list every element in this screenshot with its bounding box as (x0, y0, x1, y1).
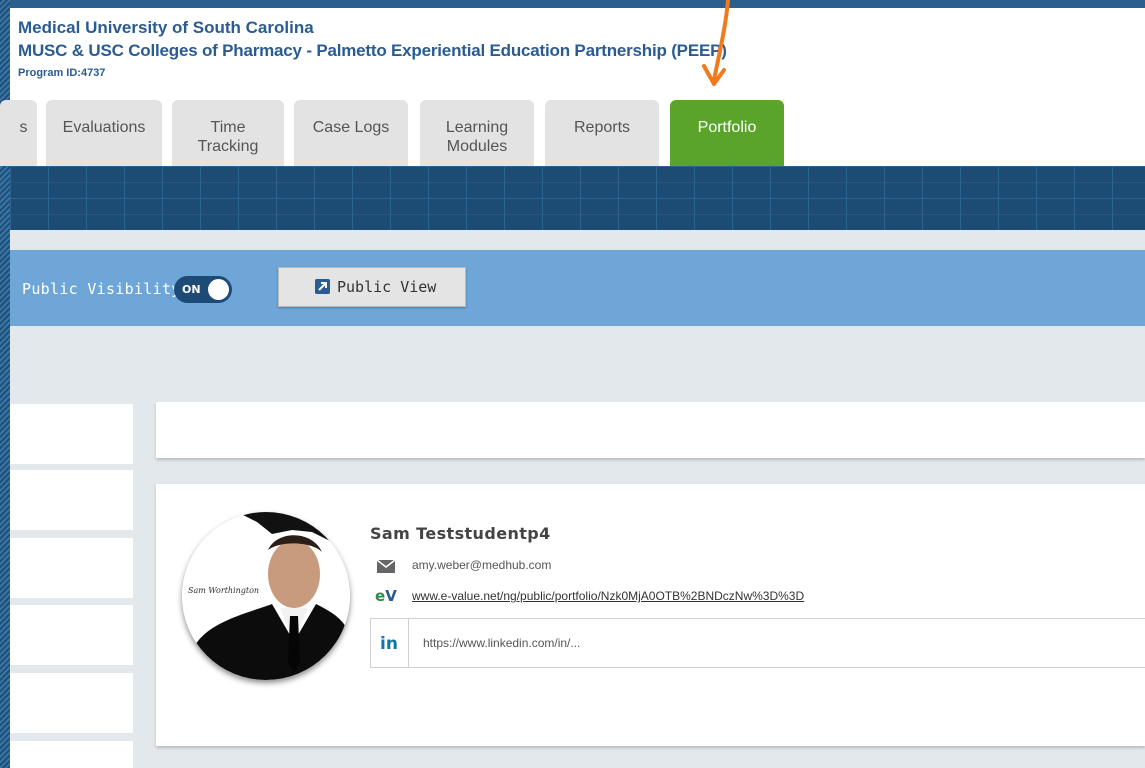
left-list-item[interactable] (10, 605, 133, 665)
public-view-button[interactable]: Public View (278, 267, 466, 307)
tab-partial[interactable]: s (0, 100, 37, 166)
left-list-item[interactable] (10, 673, 133, 733)
public-visibility-toggle[interactable]: ON (174, 276, 232, 303)
program-id: Program ID:4737 (18, 67, 106, 79)
profile-email: amy.weber@medhub.com (412, 558, 552, 572)
avatar-photo (182, 512, 350, 680)
program-name: MUSC & USC Colleges of Pharmacy - Palmet… (18, 41, 727, 60)
visibility-bar: Public Visibility ON Public View (10, 250, 1145, 326)
profile-card: Sam Worthington Sam Teststudentp4 amy.we… (156, 484, 1145, 746)
envelope-icon (377, 560, 395, 573)
pattern-banner (10, 166, 1145, 230)
linkedin-field[interactable]: in https://www.linkedin.com/in/... (370, 618, 1145, 668)
tab-label: Case Logs (312, 119, 390, 136)
top-strip (0, 0, 1145, 8)
page-header: Medical University of South Carolina MUS… (0, 8, 1145, 166)
annotation-arrow-icon (702, 0, 730, 86)
left-list-item[interactable] (10, 404, 133, 464)
tab-label: Reports (573, 119, 631, 136)
public-view-label: Public View (337, 278, 437, 296)
public-portfolio-link[interactable]: www.e-value.net/ng/public/portfolio/Nzk0… (412, 589, 804, 603)
evalue-logo-icon: eV (375, 587, 397, 605)
linkedin-icon-box: in (371, 619, 409, 667)
tab-learning-modules[interactable]: Learning Modules (420, 100, 534, 166)
avatar-signature: Sam Worthington (188, 586, 260, 595)
profile-name: Sam Teststudentp4 (370, 524, 551, 543)
left-list-item[interactable] (10, 741, 133, 768)
tab-portfolio[interactable]: Portfolio (670, 100, 784, 166)
tab-label: s (19, 119, 28, 136)
avatar: Sam Worthington (182, 512, 350, 680)
tab-label: Learning Modules (445, 119, 509, 155)
tab-label: Evaluations (62, 119, 146, 136)
tab-label: Time Tracking (197, 119, 259, 155)
toggle-knob (208, 279, 229, 300)
left-list-item[interactable] (10, 538, 133, 598)
tab-reports[interactable]: Reports (545, 100, 659, 166)
linkedin-input[interactable]: https://www.linkedin.com/in/... (423, 636, 580, 650)
tab-label: Portfolio (697, 119, 757, 136)
app-frame: Medical University of South Carolina MUS… (0, 0, 1145, 768)
left-list-item[interactable] (10, 470, 133, 530)
public-visibility-label: Public Visibility (22, 280, 181, 298)
tab-evaluations[interactable]: Evaluations (46, 100, 162, 166)
tab-case-logs[interactable]: Case Logs (294, 100, 408, 166)
toggle-state-text: ON (182, 283, 201, 296)
institution-name: Medical University of South Carolina (18, 18, 314, 37)
external-link-icon (315, 279, 330, 294)
tab-time-tracking[interactable]: Time Tracking (172, 100, 284, 166)
portfolio-top-card (156, 402, 1145, 458)
linkedin-icon: in (380, 634, 398, 654)
